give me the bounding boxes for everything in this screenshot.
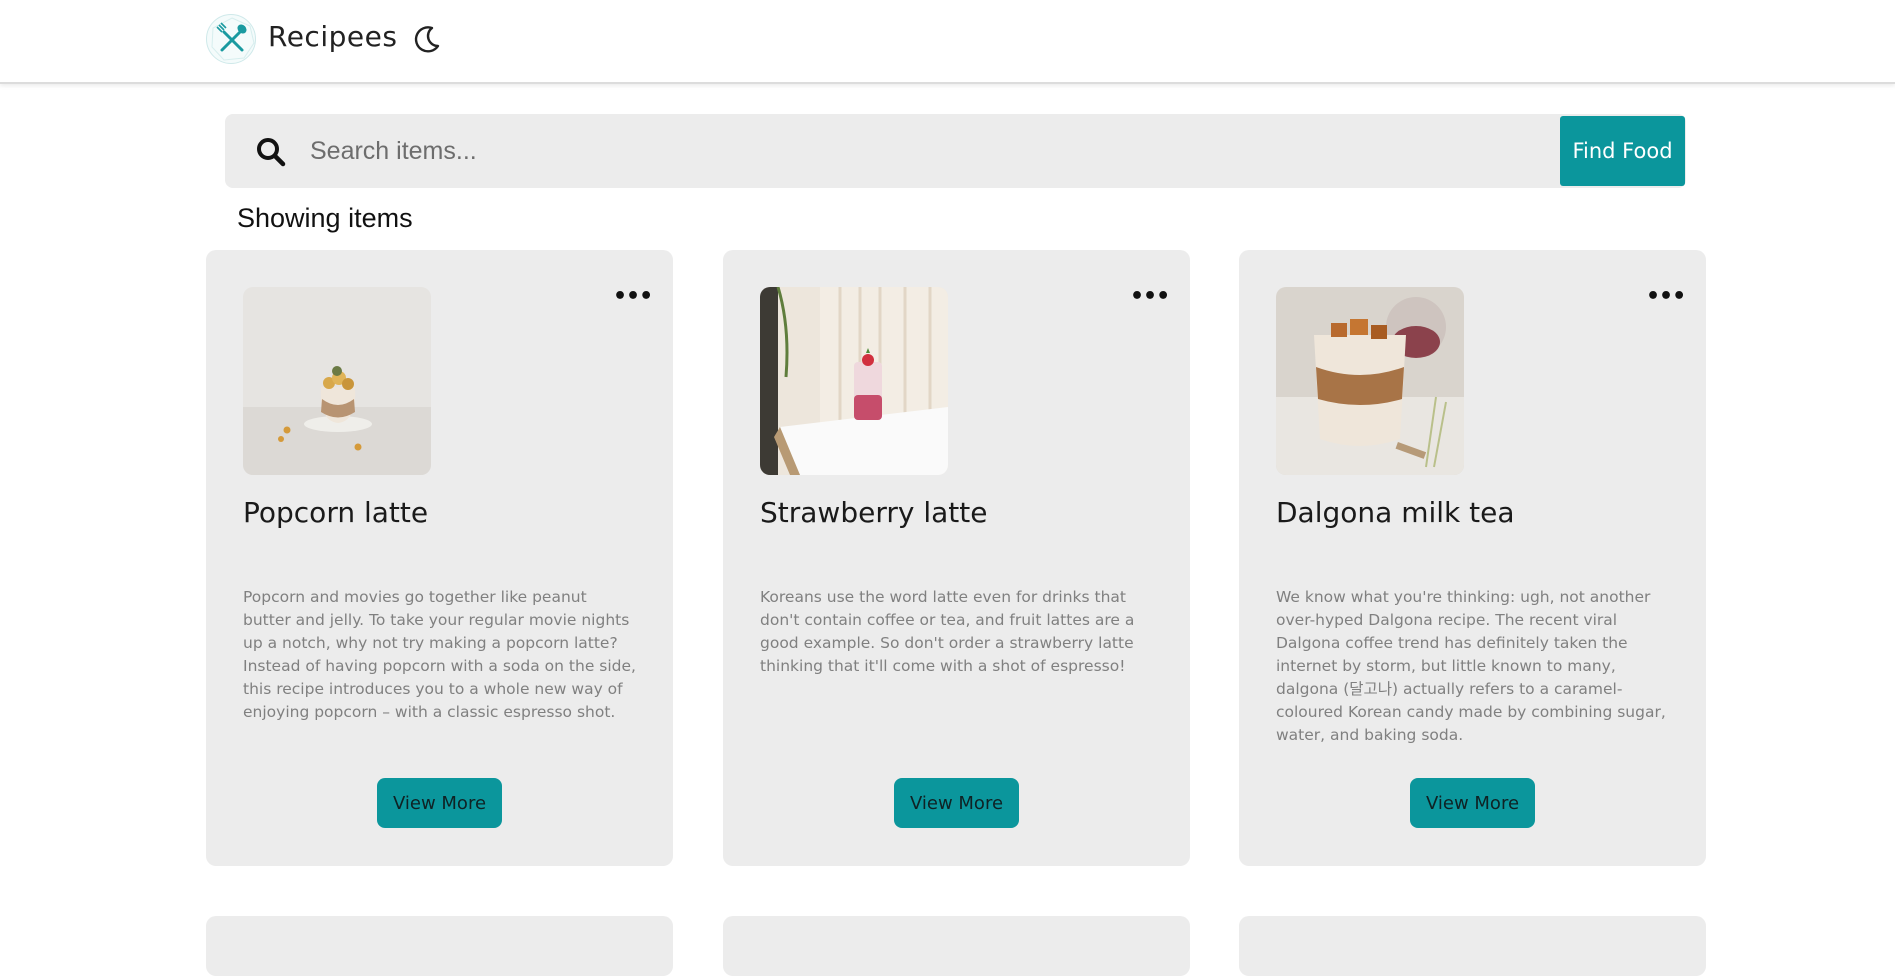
recipe-image <box>760 287 948 475</box>
recipe-card <box>723 916 1190 976</box>
recipe-description: Koreans use the word latte even for drin… <box>760 588 1135 675</box>
recipe-description: We know what you're thinking: ugh, not a… <box>1276 588 1666 744</box>
more-horizontal-icon[interactable]: ••• <box>613 286 653 311</box>
section-title: Showing items <box>237 203 413 233</box>
recipe-title[interactable]: Strawberry latte <box>760 496 987 529</box>
moon-icon[interactable] <box>410 22 444 56</box>
top-navbar: Recipees <box>0 0 1895 84</box>
view-more-button[interactable]: View More <box>1410 778 1535 828</box>
recipe-title[interactable]: Dalgona milk tea <box>1276 496 1515 529</box>
recipe-card <box>1239 916 1706 976</box>
recipe-title[interactable]: Popcorn latte <box>243 496 428 529</box>
search-bar <box>225 114 1686 188</box>
view-more-button[interactable]: View More <box>894 778 1019 828</box>
brand-name[interactable]: Recipees <box>268 20 397 53</box>
find-food-button[interactable]: Find Food <box>1560 116 1685 186</box>
recipe-card: ••• Dalgona milk tea We know what you're… <box>1239 250 1706 866</box>
recipe-card: ••• Strawberry latte Koreans use the wor… <box>723 250 1190 866</box>
recipe-image <box>1276 287 1464 475</box>
crossed-utensils-icon[interactable] <box>206 14 256 64</box>
recipe-image <box>243 287 431 475</box>
recipe-description: Popcorn and movies go together like pean… <box>243 588 636 721</box>
more-horizontal-icon[interactable]: ••• <box>1646 286 1686 311</box>
more-horizontal-icon[interactable]: ••• <box>1130 286 1170 311</box>
view-more-button[interactable]: View More <box>377 778 502 828</box>
recipe-card: ••• Popcorn latte Popcorn and movies go … <box>206 250 673 866</box>
recipe-card <box>206 916 673 976</box>
search-icon <box>255 136 287 168</box>
search-input[interactable] <box>310 126 1340 176</box>
